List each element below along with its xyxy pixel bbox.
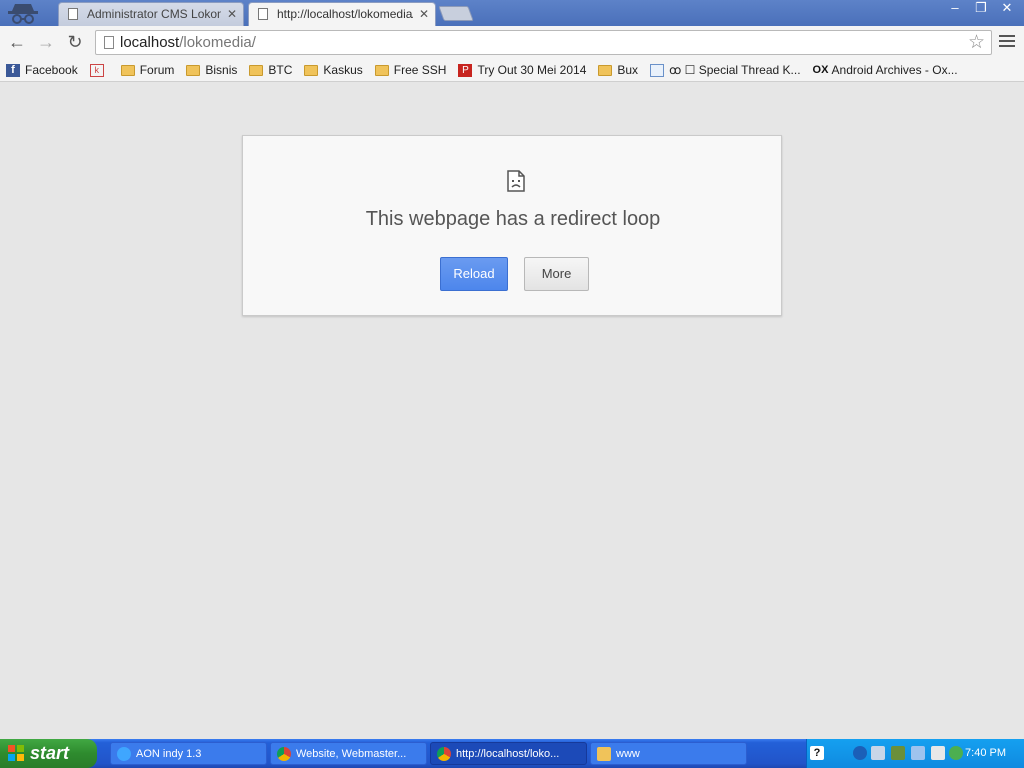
globe-icon	[117, 747, 131, 761]
chevron-left-icon[interactable]	[853, 746, 867, 760]
chrome-menu-button[interactable]	[999, 35, 1015, 49]
facebook-icon: f	[6, 63, 20, 77]
close-tab-icon[interactable]: ✕	[419, 3, 429, 25]
start-button[interactable]: start	[0, 739, 97, 768]
url-text[interactable]: localhost/lokomedia/	[120, 34, 256, 51]
folder-icon	[249, 64, 264, 76]
page-icon	[104, 36, 114, 49]
bookmark-special-thread[interactable]: ꝏ ☐ Special Thread K...	[650, 63, 801, 77]
tab-title: Administrator CMS Lokomedia	[87, 7, 221, 21]
tray-network-icon[interactable]	[911, 746, 925, 760]
browser-toolbar: ← → ↻ localhost/lokomedia/ ☆	[0, 26, 1024, 59]
taskbar-item-website[interactable]: Website, Webmaster...	[270, 742, 427, 765]
taskbar: start AON indy 1.3 Website, Webmaster...…	[0, 739, 1024, 768]
bookmarks-bar: f Facebook k Forum Bisnis BTC Kaskus Free…	[0, 59, 1024, 82]
folder-icon	[186, 64, 201, 76]
taskbar-item-aon-indy[interactable]: AON indy 1.3	[110, 742, 267, 765]
chrome-icon	[277, 747, 291, 761]
bookmark-star-icon[interactable]: ☆	[968, 31, 985, 54]
new-tab-button[interactable]	[438, 6, 474, 21]
page-icon	[68, 8, 78, 20]
minimize-button[interactable]: –	[942, 0, 968, 18]
bookmark-btc[interactable]: BTC	[249, 63, 292, 77]
tray-app-icon[interactable]	[871, 746, 885, 760]
system-tray: ? 7:40 PM	[806, 739, 1024, 768]
incognito-icon	[8, 4, 38, 24]
close-tab-icon[interactable]: ✕	[227, 3, 237, 25]
bookmark-free-ssh[interactable]: Free SSH	[374, 63, 446, 77]
url-path: /lokomedia/	[179, 34, 256, 51]
taskbar-item-www[interactable]: www	[590, 742, 747, 765]
windows-logo-icon	[8, 745, 24, 761]
folder-icon	[304, 64, 319, 76]
ox-icon: OX	[812, 63, 829, 76]
bookmark-kaskus-folder[interactable]: Kaskus	[304, 63, 363, 77]
sad-page-icon	[507, 170, 525, 192]
tab-localhost[interactable]: http://localhost/lokomedia/ f ✕	[248, 2, 436, 26]
browser-titlebar: Administrator CMS Lokomedia ✕ http://loc…	[0, 0, 1024, 26]
tray-app-icon[interactable]	[931, 746, 945, 760]
folder-icon	[374, 64, 389, 76]
folder-icon	[598, 64, 613, 76]
restore-button[interactable]: ❐	[968, 0, 994, 18]
error-title: This webpage has a redirect loop	[365, 208, 661, 230]
address-bar[interactable]: localhost/lokomedia/ ☆	[95, 30, 992, 55]
tray-app-icon[interactable]	[949, 746, 963, 760]
tab-admin-cms[interactable]: Administrator CMS Lokomedia ✕	[58, 2, 244, 26]
more-details-button[interactable]: More	[524, 257, 589, 291]
help-icon[interactable]: ?	[810, 746, 824, 760]
system-clock: 7:40 PM	[965, 747, 1006, 759]
network-icon[interactable]	[831, 746, 845, 760]
folder-icon	[597, 747, 611, 761]
bookmark-bisnis[interactable]: Bisnis	[186, 63, 237, 77]
bookmark-facebook[interactable]: f Facebook	[6, 63, 78, 77]
bookmark-kaskus[interactable]: k	[89, 63, 109, 77]
close-window-button[interactable]: ✕	[994, 0, 1020, 18]
bookmark-bux[interactable]: Bux	[598, 63, 638, 77]
chrome-icon	[437, 747, 451, 761]
tab-title: http://localhost/lokomedia/ f	[277, 7, 413, 21]
start-label: start	[30, 743, 70, 763]
page-icon	[258, 8, 268, 20]
folder-icon	[120, 64, 135, 76]
red-p-icon: P	[458, 63, 473, 77]
reload-page-button[interactable]: Reload	[440, 257, 508, 291]
forward-button[interactable]: →	[35, 31, 57, 53]
bookmark-forum[interactable]: Forum	[120, 63, 174, 77]
taskbar-item-localhost[interactable]: http://localhost/loko...	[430, 742, 587, 765]
error-card: This webpage has a redirect loop Reload …	[242, 135, 782, 316]
kaskus-icon: k	[89, 63, 104, 77]
bookmark-try-out[interactable]: P Try Out 30 Mei 2014	[458, 63, 586, 77]
reload-button[interactable]: ↻	[64, 31, 86, 53]
url-host: localhost	[120, 34, 180, 51]
forum-icon	[650, 63, 665, 77]
tray-app-icon[interactable]	[891, 746, 905, 760]
bookmark-android-archives[interactable]: OX Android Archives - Ox...	[813, 63, 958, 77]
back-button[interactable]: ←	[6, 31, 28, 53]
